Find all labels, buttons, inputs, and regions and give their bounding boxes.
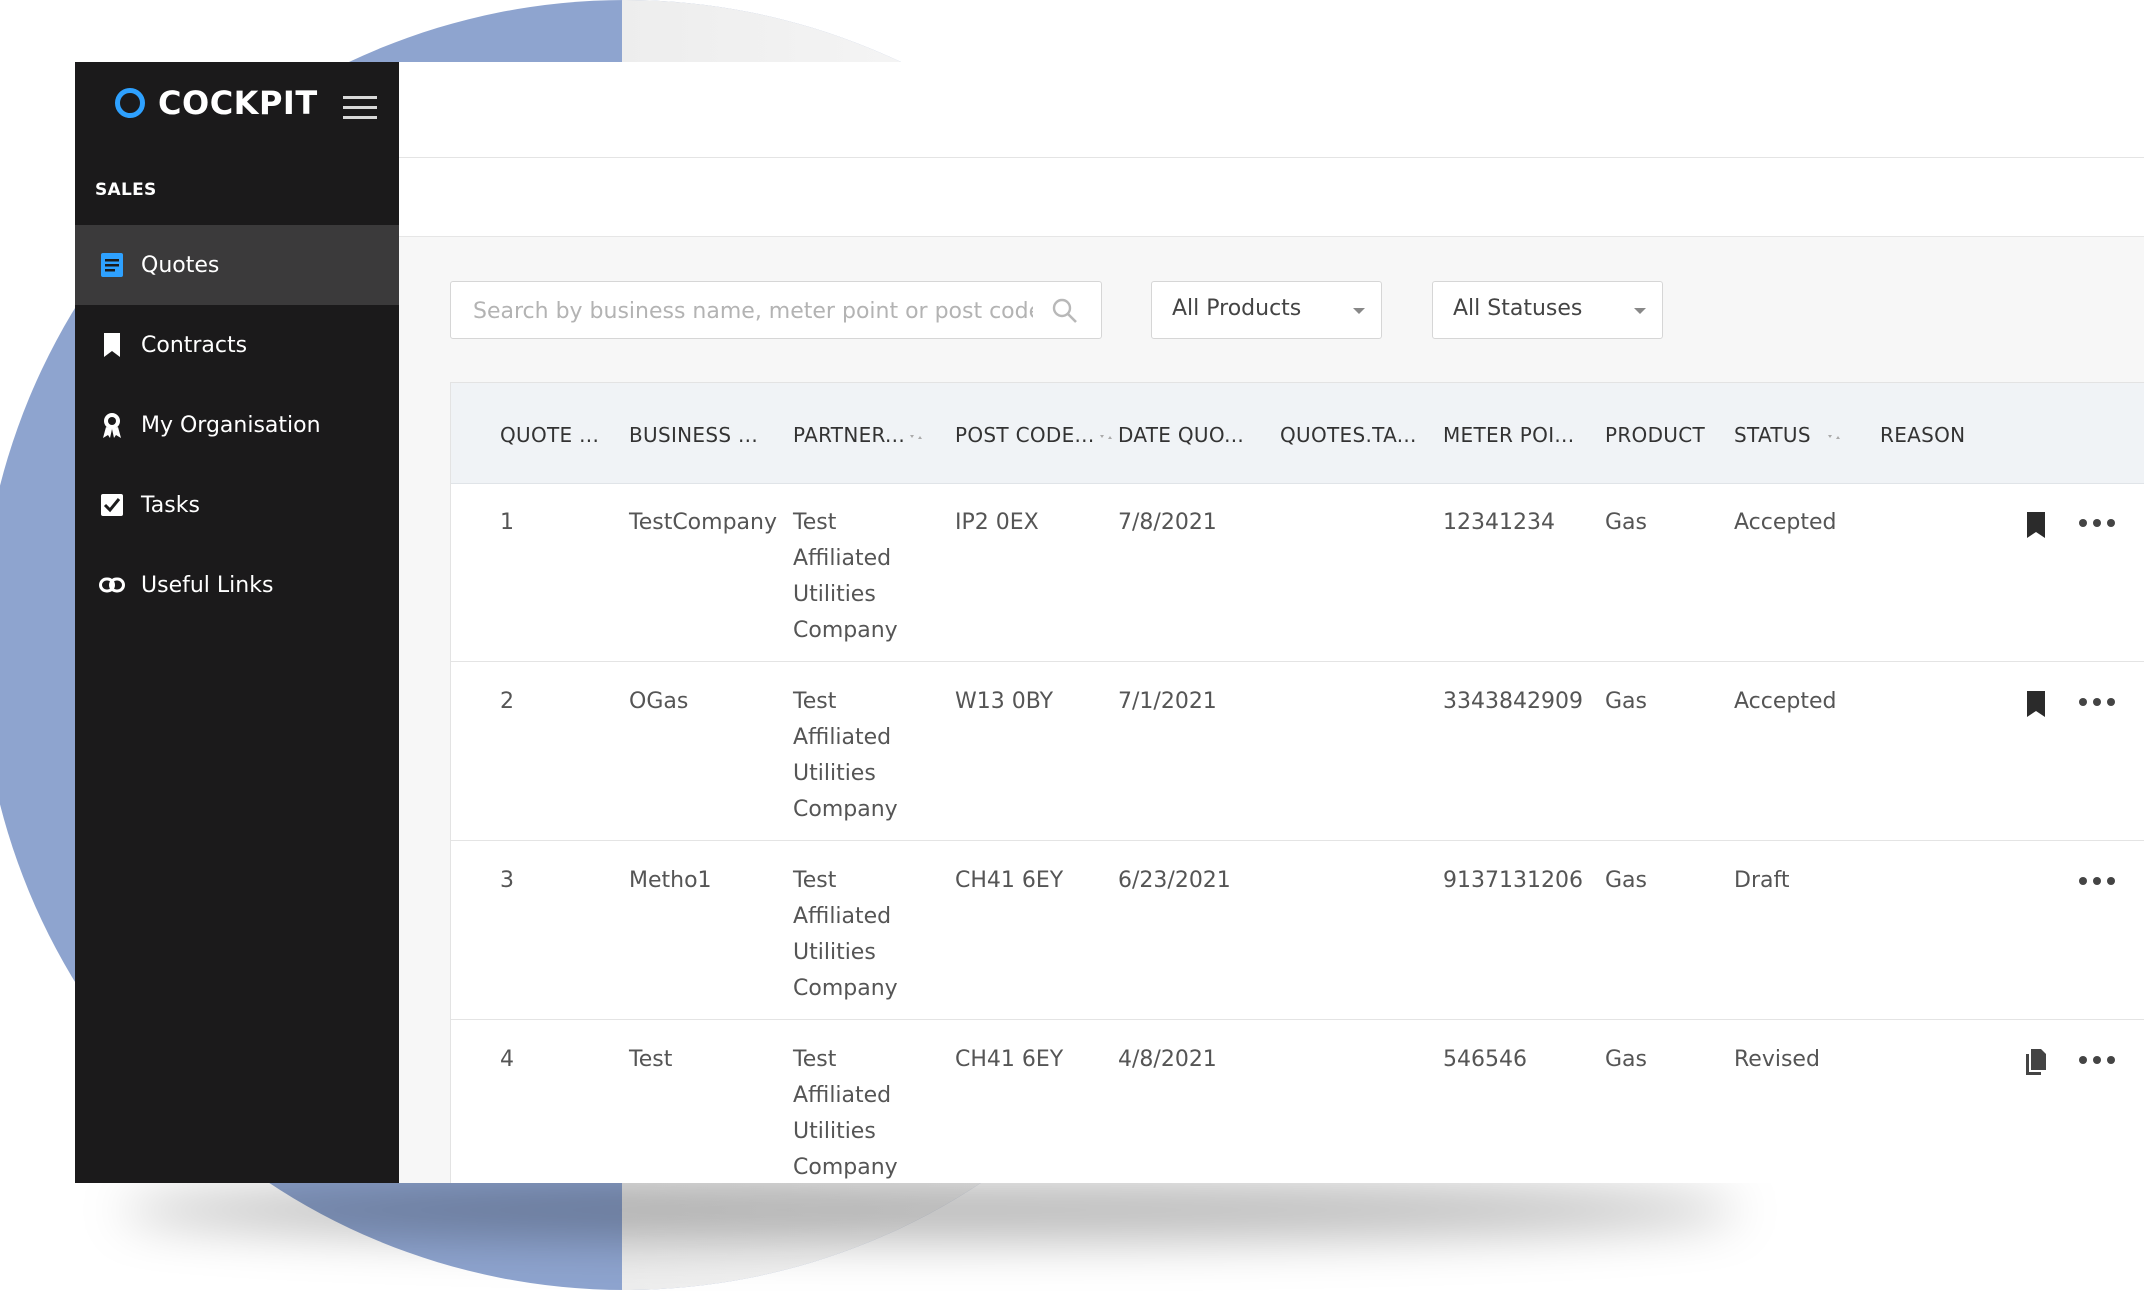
sidebar-item-quotes[interactable]: Quotes	[75, 225, 399, 305]
cell-business: OGas	[629, 689, 689, 714]
cell-post-code: IP2 0EX	[955, 510, 1039, 535]
sidebar-item-tasks[interactable]: Tasks	[75, 465, 399, 545]
sidebar-item-label: My Organisation	[141, 412, 321, 438]
chevron-down-icon	[1634, 308, 1646, 314]
hamburger-menu-icon[interactable]	[343, 94, 377, 122]
sub-header-bar	[399, 158, 2144, 237]
status-select[interactable]: All Statuses	[1432, 281, 1663, 339]
sidebar-item-label: Quotes	[141, 252, 220, 278]
cell-meter-point: 12341234	[1443, 510, 1555, 535]
cell-status: Accepted	[1734, 689, 1837, 714]
table-row[interactable]: 3 Metho1 Test Affiliated Utilities Compa…	[451, 841, 2144, 1020]
award-icon	[99, 412, 125, 438]
cell-product: Gas	[1605, 510, 1647, 535]
column-header-business[interactable]: BUSINESS ...	[629, 423, 758, 447]
chevron-down-icon	[1353, 308, 1365, 314]
more-options-icon[interactable]	[2079, 865, 2119, 895]
sort-icon	[1099, 434, 1112, 439]
checkbox-icon	[99, 492, 125, 518]
cell-partner: Test Affiliated Utilities Company	[793, 868, 898, 1001]
brand-ring-icon	[115, 88, 145, 118]
brand-logo[interactable]: COCKPIT	[115, 78, 318, 128]
cell-product: Gas	[1605, 689, 1647, 714]
cell-business: TestCompany	[629, 510, 777, 535]
cell-date-quoted: 4/8/2021	[1118, 1047, 1217, 1072]
cell-partner: Test Affiliated Utilities Company	[793, 689, 898, 822]
cell-date-quoted: 7/8/2021	[1118, 510, 1217, 535]
cell-post-code: CH41 6EY	[955, 868, 1064, 893]
search-input[interactable]	[471, 292, 1035, 330]
top-bar	[399, 62, 2144, 158]
cell-quote: 3	[500, 868, 514, 893]
bookmark-icon	[99, 332, 125, 358]
cell-partner: Test Affiliated Utilities Company	[793, 1047, 898, 1180]
document-icon	[99, 252, 125, 278]
cell-post-code: W13 0BY	[955, 689, 1054, 714]
column-header-partner[interactable]: PARTNER...	[793, 423, 925, 447]
sidebar-item-my-organisation[interactable]: My Organisation	[75, 385, 399, 465]
product-select-value: All Products	[1172, 296, 1302, 321]
quotes-table: QUOTE ... BUSINESS ... PARTNER... POST C…	[450, 382, 2144, 1183]
column-header-reason[interactable]: REASON	[1880, 423, 1965, 447]
cell-quote: 4	[500, 1047, 514, 1072]
search-box	[450, 281, 1102, 339]
cell-product: Gas	[1605, 868, 1647, 893]
cell-meter-point: 546546	[1443, 1047, 1527, 1072]
sort-icon	[909, 434, 922, 439]
sidebar-item-useful-links[interactable]: Useful Links	[75, 545, 399, 625]
column-header-quote[interactable]: QUOTE ...	[500, 423, 599, 447]
column-header-product[interactable]: PRODUCT	[1605, 423, 1705, 447]
cell-meter-point: 9137131206	[1443, 868, 1583, 893]
sidebar-item-label: Useful Links	[141, 572, 274, 598]
cell-quote: 2	[500, 689, 514, 714]
sidebar-section-label: SALES	[95, 180, 157, 200]
search-icon[interactable]	[1051, 297, 1079, 325]
bookmark-icon[interactable]	[2025, 511, 2047, 539]
cell-date-quoted: 6/23/2021	[1118, 868, 1231, 893]
cell-post-code: CH41 6EY	[955, 1047, 1064, 1072]
table-header: QUOTE ... BUSINESS ... PARTNER... POST C…	[451, 383, 2144, 484]
app-window: COCKPIT SALES Quotes Contracts My Organi…	[75, 62, 2144, 1183]
column-header-label: POST CODE...	[955, 423, 1095, 447]
window-shadow	[120, 1180, 1740, 1240]
column-header-post-code[interactable]: POST CODE...	[955, 423, 1115, 447]
more-options-icon[interactable]	[2079, 686, 2119, 716]
column-header-date-quoted[interactable]: DATE QUO...	[1118, 423, 1244, 447]
sidebar-item-label: Contracts	[141, 332, 248, 358]
bookmark-icon[interactable]	[2025, 690, 2047, 718]
sidebar-nav: Quotes Contracts My Organisation Tasks U…	[75, 225, 399, 625]
table-row[interactable]: 4 Test Test Affiliated Utilities Company…	[451, 1020, 2144, 1183]
cell-date-quoted: 7/1/2021	[1118, 689, 1217, 714]
sidebar-item-label: Tasks	[141, 492, 200, 518]
table-row[interactable]: 1 TestCompany Test Affiliated Utilities …	[451, 483, 2144, 662]
status-select-value: All Statuses	[1453, 296, 1583, 321]
table-row[interactable]: 2 OGas Test Affiliated Utilities Company…	[451, 662, 2144, 841]
product-select[interactable]: All Products	[1151, 281, 1382, 339]
sidebar-item-contracts[interactable]: Contracts	[75, 305, 399, 385]
cell-partner: Test Affiliated Utilities Company	[793, 510, 898, 643]
more-options-icon[interactable]	[2079, 1044, 2119, 1074]
sort-icon	[1827, 434, 1840, 439]
column-header-status[interactable]: STATUS	[1734, 423, 1843, 447]
link-icon	[99, 572, 125, 598]
column-header-meter-point[interactable]: METER POI...	[1443, 423, 1574, 447]
cell-meter-point: 3343842909	[1443, 689, 1583, 714]
cell-business: Metho1	[629, 868, 712, 893]
cell-product: Gas	[1605, 1047, 1647, 1072]
file-copy-icon[interactable]	[2025, 1048, 2047, 1076]
brand-name: COCKPIT	[158, 84, 318, 122]
column-header-quotes-tax[interactable]: QUOTES.TA...	[1280, 423, 1417, 447]
cell-quote: 1	[500, 510, 514, 535]
sidebar: COCKPIT SALES Quotes Contracts My Organi…	[75, 62, 399, 1183]
cell-status: Draft	[1734, 868, 1790, 893]
column-header-label: PARTNER...	[793, 423, 905, 447]
column-header-label: STATUS	[1734, 423, 1811, 447]
more-options-icon[interactable]	[2079, 507, 2119, 537]
cell-status: Revised	[1734, 1047, 1820, 1072]
cell-status: Accepted	[1734, 510, 1837, 535]
cell-business: Test	[629, 1047, 673, 1072]
